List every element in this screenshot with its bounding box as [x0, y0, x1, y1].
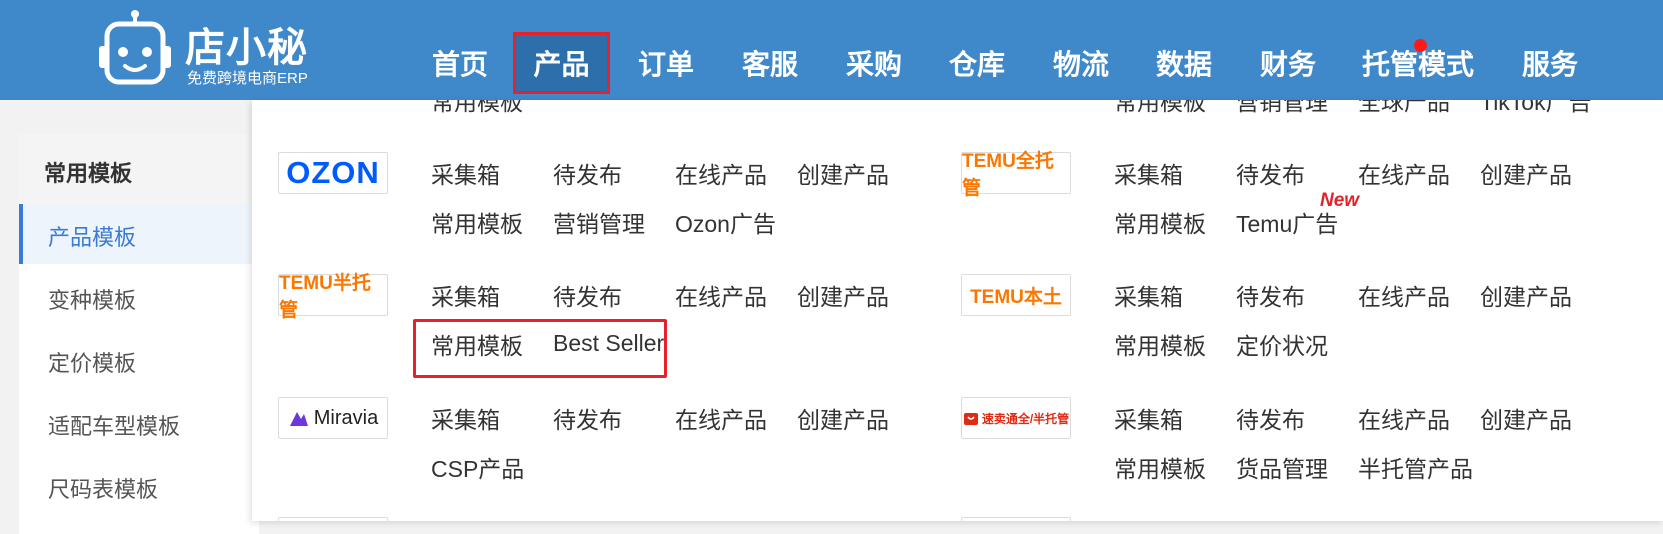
highlight-box-best-seller — [413, 319, 667, 378]
aliexpress-templates[interactable]: 常用模板 — [1114, 455, 1206, 483]
highlight-box-nav-product — [513, 32, 610, 94]
nav-warehouse[interactable]: 仓库 — [937, 34, 1017, 94]
miravia-mark-icon — [289, 412, 308, 426]
temu-local-pending[interactable]: 待发布 — [1236, 283, 1305, 311]
logo-subtitle: 免费跨境电商ERP — [187, 70, 308, 87]
nav-orders[interactable]: 订单 — [626, 34, 706, 94]
aliexpress-create-product[interactable]: 创建产品 — [1480, 406, 1572, 434]
temu-half-create-product[interactable]: 创建产品 — [797, 283, 889, 311]
nav-data[interactable]: 数据 — [1144, 34, 1224, 94]
miravia-collect-box[interactable]: 采集箱 — [431, 406, 500, 434]
menu-link-marketing[interactable]: 营销管理 — [1236, 100, 1328, 116]
temu-half-collect-box[interactable]: 采集箱 — [431, 283, 500, 311]
nav-services[interactable]: 服务 — [1510, 34, 1590, 94]
ozon-templates[interactable]: 常用模板 — [431, 210, 523, 238]
sidebar-heading: 常用模板 — [19, 134, 259, 205]
template-sidebar: 常用模板 产品模板 变种模板 定价模板 适配车型模板 尺码表模板 — [19, 134, 259, 534]
temu-full-managed-logo[interactable]: TEMU全托管 — [961, 151, 1071, 199]
ozon-pending[interactable]: 待发布 — [553, 161, 622, 189]
sidebar-item-pricing-template[interactable]: 定价模板 — [19, 330, 259, 390]
aliexpress-collect-box[interactable]: 采集箱 — [1114, 406, 1183, 434]
menu-link-global-products[interactable]: 全球产品 — [1358, 100, 1450, 116]
ozon-logo[interactable]: OZON — [278, 152, 388, 194]
product-dropdown-menu: 常用模板 常用模板 营销管理 全球产品 TikTok广告 OZON 采集箱 待发… — [252, 100, 1663, 521]
temu-local-templates[interactable]: 常用模板 — [1114, 332, 1206, 360]
ozon-marketing[interactable]: 营销管理 — [553, 210, 645, 238]
temu-full-ads[interactable]: Temu广告 — [1236, 210, 1338, 238]
platform-logo-next[interactable] — [278, 517, 388, 521]
sidebar-item-product-template[interactable]: 产品模板 — [19, 204, 259, 264]
temu-local-pricing-status[interactable]: 定价状况 — [1236, 332, 1328, 360]
menu-link-templates[interactable]: 常用模板 — [1114, 100, 1206, 116]
temu-semi-managed-logo[interactable]: TEMU半托管 — [278, 273, 388, 321]
platform-logo-next[interactable] — [961, 517, 1071, 521]
miravia-csp-products[interactable]: CSP产品 — [431, 455, 524, 483]
robot-logo-icon — [99, 10, 171, 85]
menu-link-tiktok-ads[interactable]: TikTok广告 — [1480, 100, 1592, 116]
logo-title: 店小秘 — [185, 26, 308, 70]
temu-full-pending[interactable]: 待发布 — [1236, 161, 1305, 189]
sidebar-item-vehicle-fitment-template[interactable]: 适配车型模板 — [19, 393, 259, 453]
ozon-online-products[interactable]: 在线产品 — [675, 161, 767, 189]
temu-full-create-product[interactable]: 创建产品 — [1480, 161, 1572, 189]
temu-full-templates[interactable]: 常用模板 — [1114, 210, 1206, 238]
app-logo[interactable]: 店小秘 免费跨境电商ERP — [95, 8, 320, 90]
temu-local-collect-box[interactable]: 采集箱 — [1114, 283, 1183, 311]
aliexpress-goods-management[interactable]: 货品管理 — [1236, 455, 1328, 483]
ozon-create-product[interactable]: 创建产品 — [797, 161, 889, 189]
nav-purchase[interactable]: 采购 — [834, 34, 914, 94]
notification-dot — [1414, 39, 1427, 52]
temu-local-create-product[interactable]: 创建产品 — [1480, 283, 1572, 311]
aliexpress-pending[interactable]: 待发布 — [1236, 406, 1305, 434]
temu-local-online-products[interactable]: 在线产品 — [1358, 283, 1450, 311]
nav-customer-service[interactable]: 客服 — [730, 34, 810, 94]
nav-finance[interactable]: 财务 — [1248, 34, 1328, 94]
top-navbar: 店小秘 免费跨境电商ERP 首页 产品 订单 客服 采购 仓库 物流 数据 财务… — [0, 0, 1663, 100]
aliexpress-bag-icon — [963, 413, 978, 425]
miravia-pending[interactable]: 待发布 — [553, 406, 622, 434]
ozon-ads[interactable]: Ozon广告 — [675, 210, 776, 238]
sidebar-item-variant-template[interactable]: 变种模板 — [19, 267, 259, 327]
aliexpress-online-products[interactable]: 在线产品 — [1358, 406, 1450, 434]
temu-full-collect-box[interactable]: 采集箱 — [1114, 161, 1183, 189]
nav-logistics[interactable]: 物流 — [1041, 34, 1121, 94]
nav-home[interactable]: 首页 — [420, 34, 500, 94]
new-badge: New — [1320, 190, 1360, 211]
temu-half-pending[interactable]: 待发布 — [553, 283, 622, 311]
menu-link-templates[interactable]: 常用模板 — [431, 100, 523, 116]
sidebar-item-size-chart-template[interactable]: 尺码表模板 — [19, 456, 259, 516]
temu-local-logo[interactable]: TEMU本土 — [961, 274, 1071, 316]
ozon-collect-box[interactable]: 采集箱 — [431, 161, 500, 189]
miravia-create-product[interactable]: 创建产品 — [797, 406, 889, 434]
aliexpress-managed-logo[interactable]: 速卖通全/半托管 — [961, 397, 1071, 439]
aliexpress-semi-managed-products[interactable]: 半托管产品 — [1358, 455, 1473, 483]
temu-half-online-products[interactable]: 在线产品 — [675, 283, 767, 311]
miravia-logo[interactable]: Miravia — [278, 397, 388, 439]
temu-full-online-products[interactable]: 在线产品 — [1358, 161, 1450, 189]
miravia-online-products[interactable]: 在线产品 — [675, 406, 767, 434]
